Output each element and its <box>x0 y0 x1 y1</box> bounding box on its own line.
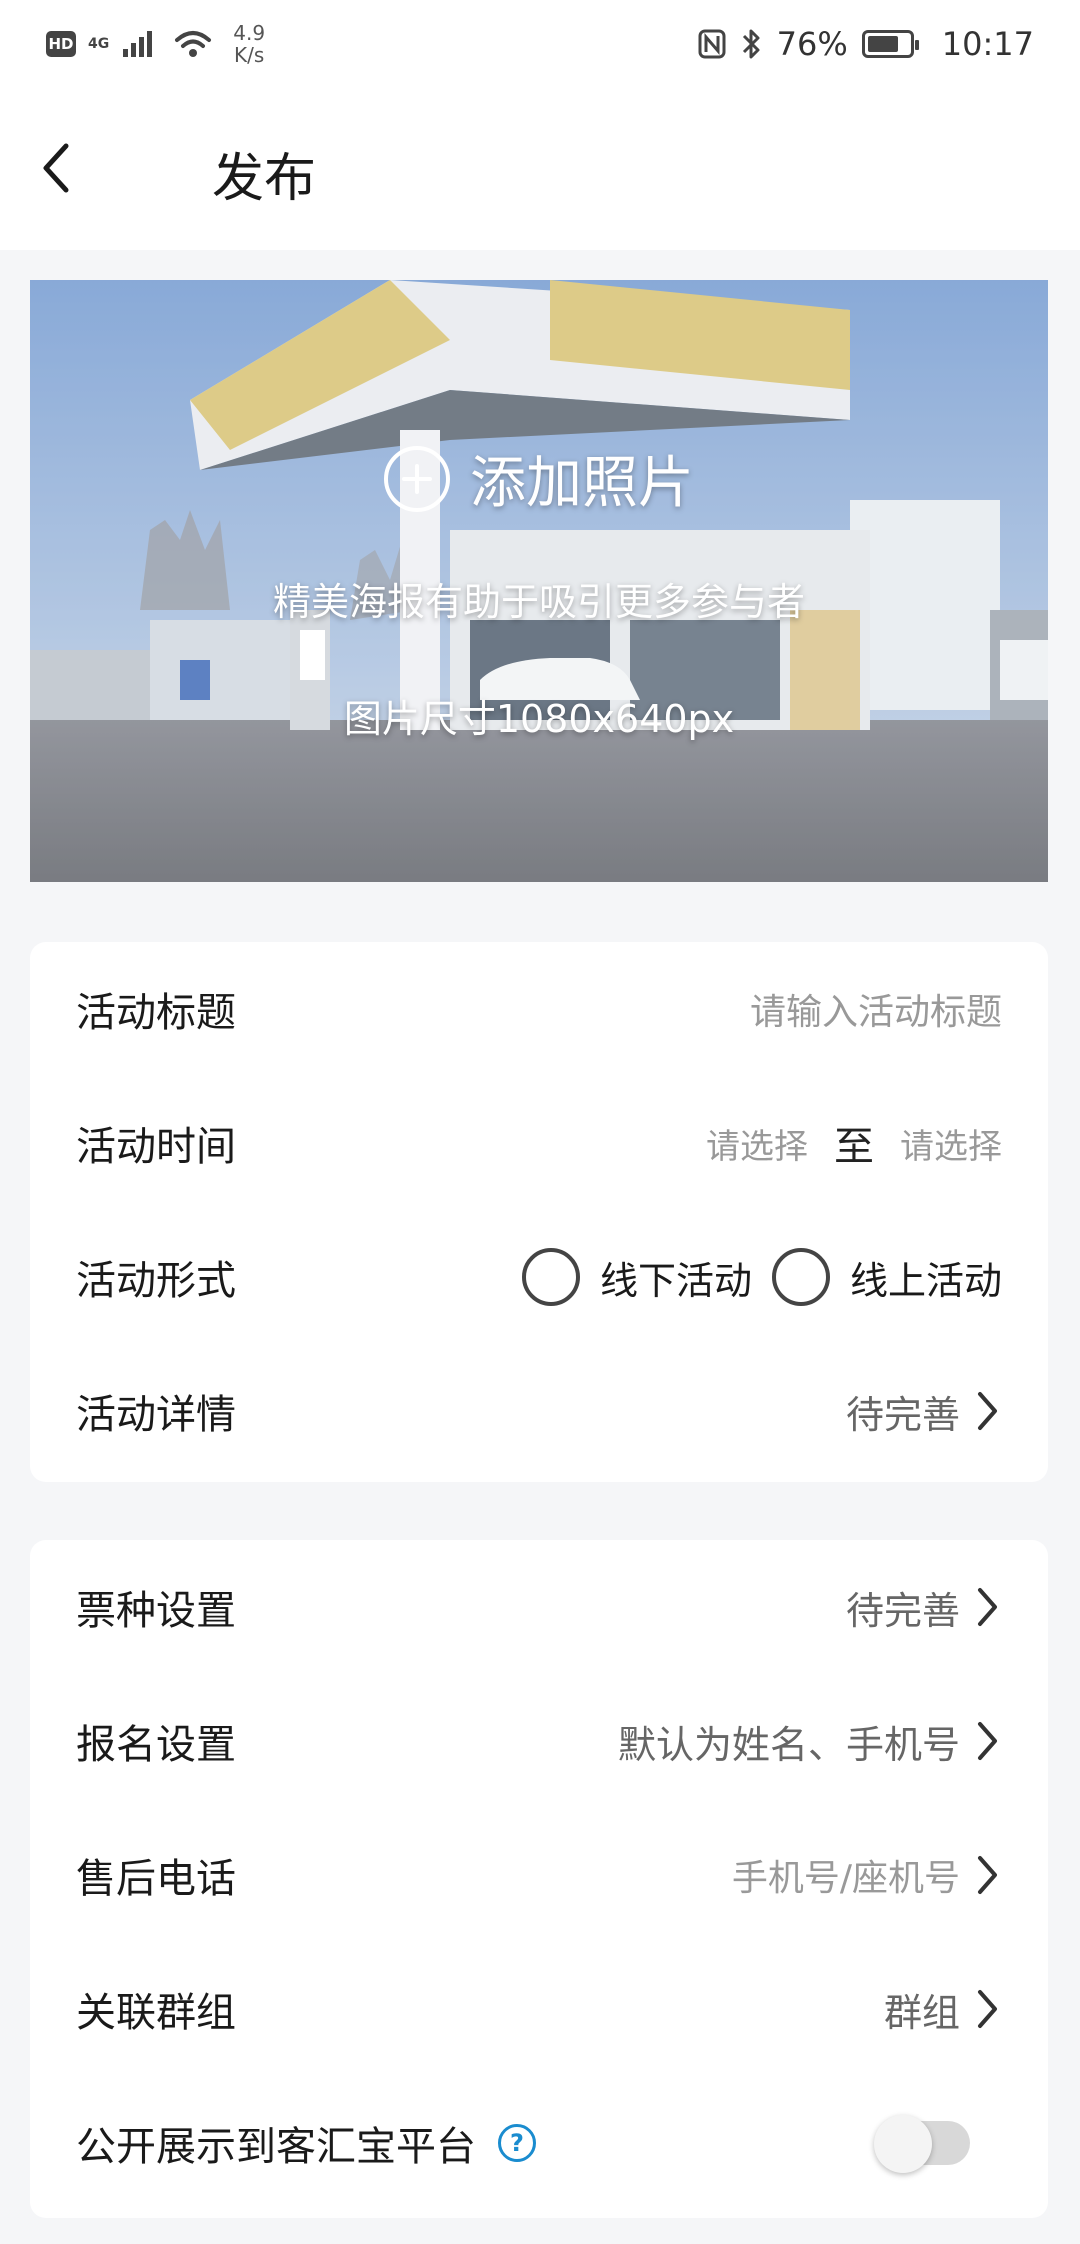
activity-title-row[interactable]: 活动标题 请输入活动标题 <box>30 942 1048 1076</box>
status-right: 76% 10:17 <box>697 25 1034 63</box>
chevron-right-icon <box>972 1987 1002 2031</box>
status-left: HD 4G 4.9 K/s <box>46 22 265 66</box>
activity-time-range: 请选择 至 请选择 <box>706 1114 1002 1172</box>
ticket-settings-value-wrap: 待完善 <box>846 1580 1002 1635</box>
activity-time-row: 活动时间 请选择 至 请选择 <box>30 1076 1048 1210</box>
cover-prompt: 添加照片 精美海报有助于吸引更多参与者 图片尺寸1080x640px <box>30 280 1048 882</box>
activity-time-label: 活动时间 <box>76 1124 236 1170</box>
radio-online[interactable]: 线上活动 <box>771 1248 1002 1306</box>
cover-upload-area[interactable]: 添加照片 精美海报有助于吸引更多参与者 图片尺寸1080x640px <box>30 280 1048 882</box>
linked-group-value: 群组 <box>883 1990 960 2035</box>
add-photo-button[interactable]: 添加照片 <box>384 438 694 519</box>
toggle-knob <box>874 2115 932 2173</box>
time-separator: 至 <box>834 1124 874 1170</box>
status-bar: HD 4G 4.9 K/s 76% 10:17 <box>0 0 1080 88</box>
activity-detail-row[interactable]: 活动详情 待完善 <box>30 1344 1048 1478</box>
battery-percent: 76% <box>776 25 848 63</box>
battery-icon <box>861 30 919 58</box>
activity-format-row: 活动形式 线下活动 线上活动 <box>30 1210 1048 1344</box>
end-time-picker[interactable]: 请选择 <box>900 1119 1002 1168</box>
chevron-right-icon <box>972 1719 1002 1763</box>
bluetooth-icon <box>742 29 760 59</box>
wifi-icon <box>175 31 212 57</box>
public-display-label: 公开展示到客汇宝平台 <box>76 2124 476 2170</box>
activity-format-label: 活动形式 <box>76 1258 236 1304</box>
network-type: 4G <box>88 36 110 52</box>
start-time-picker[interactable]: 请选择 <box>706 1119 808 1168</box>
plus-circle-icon <box>384 445 450 512</box>
chevron-left-icon <box>43 143 69 193</box>
radio-offline-label: 线下活动 <box>599 1258 752 1303</box>
activity-title-label: 活动标题 <box>76 990 236 1036</box>
cover-hint: 精美海报有助于吸引更多参与者 <box>272 580 805 624</box>
linked-group-value-wrap: 群组 <box>884 1982 1002 2037</box>
app-header: 发布 <box>0 88 1080 250</box>
signup-settings-value: 默认为姓名、手机号 <box>617 1722 960 1767</box>
signup-settings-row[interactable]: 报名设置 默认为姓名、手机号 <box>30 1674 1048 1808</box>
clock: 10:17 <box>941 25 1034 63</box>
add-photo-label: 添加照片 <box>470 451 694 516</box>
network-speed: 4.9 K/s <box>233 22 265 66</box>
public-display-row: 公开展示到客汇宝平台 ? <box>30 2076 1048 2210</box>
page-title: 发布 <box>212 149 317 209</box>
speed-value: 4.9 <box>233 21 266 45</box>
radio-online-label: 线上活动 <box>849 1258 1002 1303</box>
linked-group-row[interactable]: 关联群组 群组 <box>30 1942 1048 2076</box>
ticket-settings-value: 待完善 <box>845 1588 960 1633</box>
after-sales-phone-label: 售后电话 <box>76 1856 236 1902</box>
public-display-toggle[interactable] <box>874 2115 970 2173</box>
after-sales-phone-input[interactable]: 手机号/座机号 <box>732 1849 960 1901</box>
activity-detail-value-wrap: 待完善 <box>846 1384 1002 1439</box>
speed-unit: K/s <box>234 43 265 67</box>
basic-info-card: 活动标题 请输入活动标题 活动时间 请选择 至 请选择 活动形式 线下活动 线上… <box>30 942 1048 1482</box>
ticket-settings-row[interactable]: 票种设置 待完善 <box>30 1540 1048 1674</box>
back-button[interactable] <box>26 138 86 198</box>
cover-size-hint: 图片尺寸1080x640px <box>343 697 735 741</box>
question-circle-icon[interactable]: ? <box>498 2124 536 2162</box>
nfc-icon <box>698 29 726 59</box>
chevron-right-icon <box>972 1389 1002 1433</box>
activity-format-options: 线下活动 线上活动 <box>521 1248 1002 1306</box>
activity-detail-label: 活动详情 <box>76 1392 236 1438</box>
chevron-right-icon <box>972 1853 1002 1897</box>
settings-card: 票种设置 待完善 报名设置 默认为姓名、手机号 售后电话 手机号/座机号 关联群… <box>30 1540 1048 2218</box>
radio-offline[interactable]: 线下活动 <box>521 1248 752 1306</box>
signal-icon <box>123 31 153 57</box>
after-sales-phone-row[interactable]: 售后电话 手机号/座机号 <box>30 1808 1048 1942</box>
signup-settings-label: 报名设置 <box>76 1722 236 1768</box>
battery-fill <box>867 36 899 52</box>
radio-circle-icon <box>521 1248 580 1306</box>
after-sales-phone-value-wrap: 手机号/座机号 <box>732 1849 1002 1901</box>
ticket-settings-label: 票种设置 <box>76 1588 236 1634</box>
chevron-right-icon <box>972 1585 1002 1629</box>
public-display-label-wrap: 公开展示到客汇宝平台 ? <box>76 2114 536 2172</box>
hd-badge: HD <box>46 31 76 57</box>
radio-circle-icon <box>771 1248 830 1306</box>
activity-detail-value: 待完善 <box>845 1392 960 1437</box>
activity-title-input[interactable]: 请输入活动标题 <box>750 983 1002 1035</box>
signup-settings-value-wrap: 默认为姓名、手机号 <box>618 1714 1002 1769</box>
linked-group-label: 关联群组 <box>76 1990 236 2036</box>
